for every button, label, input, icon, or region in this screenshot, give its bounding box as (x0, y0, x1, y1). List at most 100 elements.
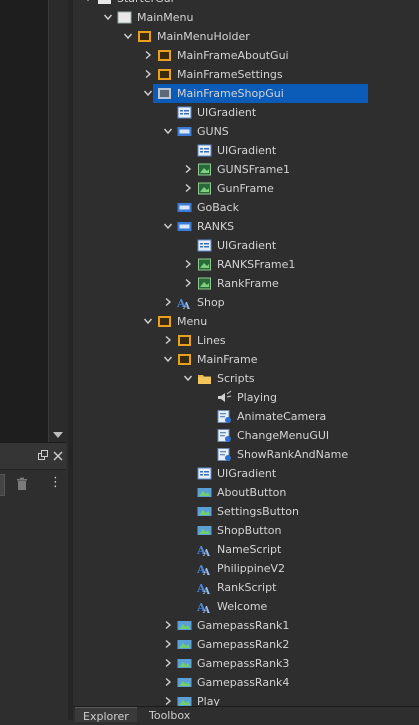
svg-text:A: A (202, 549, 211, 557)
close-icon[interactable] (53, 450, 63, 464)
uigradient-icon (197, 238, 212, 253)
tree-item-label: GamepassRank4 (197, 676, 290, 689)
tree-row[interactable]: UIGradient (73, 236, 419, 255)
tree-item-label: GamepassRank2 (197, 638, 290, 651)
uigradient-icon (177, 105, 192, 120)
imagelabel-icon (197, 181, 212, 196)
filter-input[interactable] (0, 474, 5, 496)
tree-row[interactable]: AboutButton (73, 483, 419, 502)
tree-item-label: MainMenu (137, 11, 194, 24)
chevron-right-icon[interactable] (163, 677, 173, 687)
textbutton-icon (177, 200, 192, 215)
tree-row[interactable]: GamepassRank3 (73, 654, 419, 673)
more-options-icon[interactable]: ⋮ (49, 476, 62, 490)
tree-row[interactable]: Playing (73, 388, 419, 407)
svg-text:A: A (182, 302, 191, 310)
chevron-right-icon[interactable] (163, 335, 173, 345)
frame-icon (177, 352, 192, 367)
chevron-down-icon[interactable] (163, 221, 173, 231)
tree-item-label: ShowRankAndName (237, 448, 349, 461)
imagebutton-icon (197, 485, 212, 500)
left-scrollbar[interactable] (48, 0, 68, 442)
chevron-down-icon[interactable] (143, 316, 153, 326)
imagelabel-icon (197, 276, 212, 291)
tree-row[interactable]: ShowRankAndName (73, 445, 419, 464)
chevron-down-icon[interactable] (103, 12, 113, 22)
chevron-down-icon[interactable] (163, 354, 173, 364)
chevron-right-icon[interactable] (183, 259, 193, 269)
chevron-right-icon[interactable] (143, 50, 153, 60)
chevron-right-icon[interactable] (163, 639, 173, 649)
tree-row[interactable]: GUNS (73, 122, 419, 141)
tree-row[interactable]: UIGradient (73, 103, 419, 122)
undock-icon[interactable] (38, 450, 49, 464)
tree-row[interactable]: A A RankScript (73, 578, 419, 597)
textlabel-a-icon: AA (196, 599, 212, 616)
tree-row[interactable]: UIGradient (73, 141, 419, 160)
chevron-right-icon[interactable] (163, 696, 173, 706)
tree-item-label: Playing (237, 391, 277, 404)
chevron-down-icon[interactable] (83, 0, 93, 3)
properties-panel: ⋮ (0, 442, 66, 721)
tree-row[interactable]: Lines (73, 331, 419, 350)
tree-row[interactable]: MainFrameSettings (73, 65, 419, 84)
tree-row[interactable]: Play (73, 692, 419, 706)
scroll-down-icon[interactable] (53, 432, 63, 438)
tree-row[interactable]: ShopButton (73, 521, 419, 540)
chevron-right-icon[interactable] (183, 164, 193, 174)
tree-row[interactable]: GUNSFrame1 (73, 160, 419, 179)
tree-row[interactable]: MainFrame (73, 350, 419, 369)
tree-item-label: Menu (177, 315, 208, 328)
svg-text:A: A (202, 606, 211, 614)
tree-row[interactable]: GoBack (73, 198, 419, 217)
textlabel-a-icon: AA (176, 295, 192, 312)
tree-row[interactable]: MainMenu (73, 8, 419, 27)
tree-row[interactable]: StarterGui (73, 0, 419, 8)
tree-row[interactable]: ChangeMenuGUI (73, 426, 419, 445)
chevron-right-icon[interactable] (143, 69, 153, 79)
tree-row[interactable]: UIGradient (73, 464, 419, 483)
imagebutton-icon (177, 656, 192, 671)
textlabel-a-icon: AA (196, 561, 212, 578)
tree-row[interactable]: GamepassRank2 (73, 635, 419, 654)
tree-row[interactable]: RankFrame (73, 274, 419, 293)
tree-item-label: MainFrameSettings (177, 68, 283, 81)
frame-icon (157, 67, 172, 82)
tree-row[interactable]: Menu (73, 312, 419, 331)
chevron-right-icon[interactable] (163, 297, 173, 307)
chevron-down-icon[interactable] (123, 31, 133, 41)
tree-row[interactable]: MainMenuHolder (73, 27, 419, 46)
chevron-down-icon[interactable] (143, 88, 153, 98)
textlabel-a-icon: AA (196, 542, 212, 559)
tree-item-label: GUNSFrame1 (217, 163, 291, 176)
tree-item-label: MainFrameAboutGui (177, 49, 289, 62)
tree-row[interactable]: A A PhilippineV2 (73, 559, 419, 578)
chevron-right-icon[interactable] (163, 620, 173, 630)
chevron-right-icon[interactable] (183, 278, 193, 288)
trash-icon[interactable] (15, 477, 29, 491)
tree-row[interactable]: A A Shop (73, 293, 419, 312)
tree-row[interactable]: GamepassRank1 (73, 616, 419, 635)
tree-row[interactable]: RANKSFrame1 (73, 255, 419, 274)
tree-row[interactable]: A A Welcome (73, 597, 419, 616)
tree-item-label: AnimateCamera (237, 410, 327, 423)
svg-text:A: A (202, 587, 211, 595)
frame-icon (177, 333, 192, 348)
tree-row[interactable]: MainFrameShopGui (73, 84, 419, 103)
tree-row[interactable]: MainFrameAboutGui (73, 46, 419, 65)
tree-row[interactable]: GamepassRank4 (73, 673, 419, 692)
chevron-right-icon[interactable] (163, 658, 173, 668)
tree-row[interactable]: RANKS (73, 217, 419, 236)
chevron-down-icon[interactable] (183, 373, 193, 383)
textlabel-a-icon: AA (196, 580, 212, 597)
chevron-right-icon[interactable] (183, 183, 193, 193)
folder-icon (197, 371, 212, 386)
tree-row[interactable]: Scripts (73, 369, 419, 388)
tab-toolbox[interactable]: Toolbox (141, 707, 198, 722)
tree-row[interactable]: A A NameScript (73, 540, 419, 559)
tree-item-label: Play (197, 695, 220, 706)
chevron-down-icon[interactable] (163, 126, 173, 136)
tree-row[interactable]: SettingsButton (73, 502, 419, 521)
tree-row[interactable]: GunFrame (73, 179, 419, 198)
tree-row[interactable]: AnimateCamera (73, 407, 419, 426)
